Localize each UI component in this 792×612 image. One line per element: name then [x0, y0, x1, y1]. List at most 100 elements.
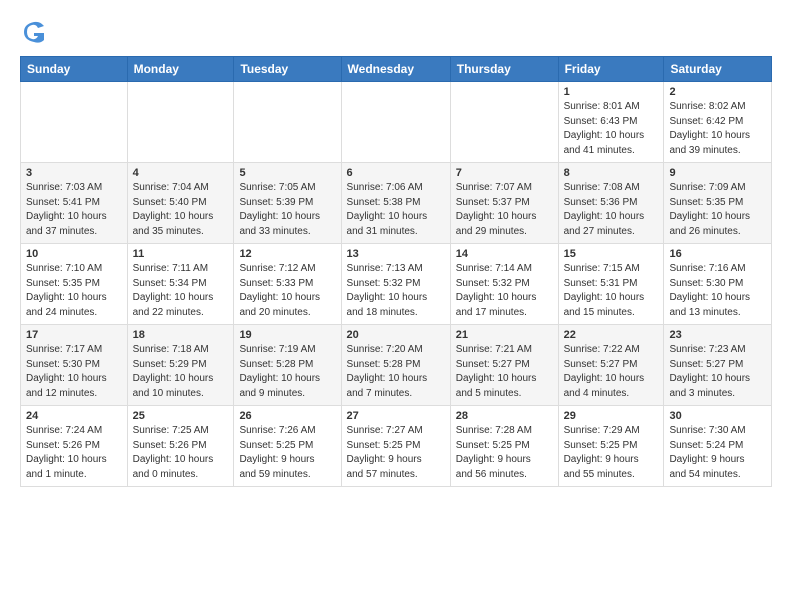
- day-number: 22: [564, 329, 659, 341]
- weekday-header-row: SundayMondayTuesdayWednesdayThursdayFrid…: [21, 57, 772, 82]
- day-info: Sunrise: 7:08 AM Sunset: 5:36 PM Dayligh…: [564, 181, 659, 239]
- week-row-4: 17 Sunrise: 7:17 AM Sunset: 5:30 PM Dayli…: [21, 325, 772, 406]
- day-info: Sunrise: 7:29 AM Sunset: 5:25 PM Dayligh…: [564, 424, 659, 482]
- day-number: 13: [347, 248, 445, 260]
- header: [20, 18, 772, 46]
- day-cell: 19 Sunrise: 7:19 AM Sunset: 5:28 PM Dayli…: [234, 325, 341, 406]
- day-cell: 11 Sunrise: 7:11 AM Sunset: 5:34 PM Dayli…: [127, 244, 234, 325]
- day-info: Sunrise: 8:02 AM Sunset: 6:42 PM Dayligh…: [669, 100, 766, 158]
- day-info: Sunrise: 7:05 AM Sunset: 5:39 PM Dayligh…: [239, 181, 335, 239]
- weekday-header-tuesday: Tuesday: [234, 57, 341, 82]
- day-number: 30: [669, 410, 766, 422]
- day-number: 11: [133, 248, 229, 260]
- weekday-header-saturday: Saturday: [664, 57, 772, 82]
- day-cell: 23 Sunrise: 7:23 AM Sunset: 5:27 PM Dayli…: [664, 325, 772, 406]
- day-cell: 21 Sunrise: 7:21 AM Sunset: 5:27 PM Dayli…: [450, 325, 558, 406]
- day-cell: [341, 82, 450, 163]
- day-info: Sunrise: 7:26 AM Sunset: 5:25 PM Dayligh…: [239, 424, 335, 482]
- day-cell: 12 Sunrise: 7:12 AM Sunset: 5:33 PM Dayli…: [234, 244, 341, 325]
- day-cell: [234, 82, 341, 163]
- day-info: Sunrise: 7:09 AM Sunset: 5:35 PM Dayligh…: [669, 181, 766, 239]
- day-number: 12: [239, 248, 335, 260]
- day-number: 27: [347, 410, 445, 422]
- day-cell: [127, 82, 234, 163]
- day-cell: 30 Sunrise: 7:30 AM Sunset: 5:24 PM Dayli…: [664, 406, 772, 487]
- day-number: 4: [133, 167, 229, 179]
- day-cell: 7 Sunrise: 7:07 AM Sunset: 5:37 PM Daylig…: [450, 163, 558, 244]
- weekday-header-friday: Friday: [558, 57, 664, 82]
- day-info: Sunrise: 7:04 AM Sunset: 5:40 PM Dayligh…: [133, 181, 229, 239]
- day-info: Sunrise: 7:14 AM Sunset: 5:32 PM Dayligh…: [456, 262, 553, 320]
- day-cell: 20 Sunrise: 7:20 AM Sunset: 5:28 PM Dayli…: [341, 325, 450, 406]
- day-cell: 18Sunrise: 7:18 AM Sunset: 5:29 PM Dayli…: [127, 325, 234, 406]
- day-number: 14: [456, 248, 553, 260]
- page: SundayMondayTuesdayWednesdayThursdayFrid…: [0, 0, 792, 499]
- week-row-1: 1 Sunrise: 8:01 AM Sunset: 6:43 PM Daylig…: [21, 82, 772, 163]
- day-number: 17: [26, 329, 122, 341]
- weekday-header-sunday: Sunday: [21, 57, 128, 82]
- day-cell: 14 Sunrise: 7:14 AM Sunset: 5:32 PM Dayli…: [450, 244, 558, 325]
- day-number: 28: [456, 410, 553, 422]
- day-info: Sunrise: 7:23 AM Sunset: 5:27 PM Dayligh…: [669, 343, 766, 401]
- weekday-header-monday: Monday: [127, 57, 234, 82]
- day-number: 9: [669, 167, 766, 179]
- day-info: Sunrise: 7:11 AM Sunset: 5:34 PM Dayligh…: [133, 262, 229, 320]
- day-info: Sunrise: 7:03 AM Sunset: 5:41 PM Dayligh…: [26, 181, 122, 239]
- day-info: Sunrise: 7:24 AM Sunset: 5:26 PM Dayligh…: [26, 424, 122, 482]
- day-number: 6: [347, 167, 445, 179]
- day-cell: 22 Sunrise: 7:22 AM Sunset: 5:27 PM Dayli…: [558, 325, 664, 406]
- day-cell: 9 Sunrise: 7:09 AM Sunset: 5:35 PM Daylig…: [664, 163, 772, 244]
- day-info: Sunrise: 7:20 AM Sunset: 5:28 PM Dayligh…: [347, 343, 445, 401]
- day-number: 7: [456, 167, 553, 179]
- day-info: Sunrise: 7:21 AM Sunset: 5:27 PM Dayligh…: [456, 343, 553, 401]
- day-info: Sunrise: 7:19 AM Sunset: 5:28 PM Dayligh…: [239, 343, 335, 401]
- week-row-5: 24 Sunrise: 7:24 AM Sunset: 5:26 PM Dayli…: [21, 406, 772, 487]
- day-info: Sunrise: 7:10 AM Sunset: 5:35 PM Dayligh…: [26, 262, 122, 320]
- day-info: Sunrise: 8:01 AM Sunset: 6:43 PM Dayligh…: [564, 100, 659, 158]
- weekday-header-wednesday: Wednesday: [341, 57, 450, 82]
- week-row-2: 3 Sunrise: 7:03 AM Sunset: 5:41 PM Daylig…: [21, 163, 772, 244]
- day-cell: 25Sunrise: 7:25 AM Sunset: 5:26 PM Dayli…: [127, 406, 234, 487]
- day-info: Sunrise: 7:28 AM Sunset: 5:25 PM Dayligh…: [456, 424, 553, 482]
- day-number: 15: [564, 248, 659, 260]
- week-row-3: 10Sunrise: 7:10 AM Sunset: 5:35 PM Dayli…: [21, 244, 772, 325]
- day-cell: [450, 82, 558, 163]
- day-cell: 1 Sunrise: 8:01 AM Sunset: 6:43 PM Daylig…: [558, 82, 664, 163]
- day-cell: 27 Sunrise: 7:27 AM Sunset: 5:25 PM Dayli…: [341, 406, 450, 487]
- day-cell: 3 Sunrise: 7:03 AM Sunset: 5:41 PM Daylig…: [21, 163, 128, 244]
- logo-icon: [20, 18, 48, 46]
- day-info: Sunrise: 7:17 AM Sunset: 5:30 PM Dayligh…: [26, 343, 122, 401]
- day-cell: 17 Sunrise: 7:17 AM Sunset: 5:30 PM Dayli…: [21, 325, 128, 406]
- day-info: Sunrise: 7:07 AM Sunset: 5:37 PM Dayligh…: [456, 181, 553, 239]
- logo: [20, 18, 52, 46]
- day-cell: 13 Sunrise: 7:13 AM Sunset: 5:32 PM Dayli…: [341, 244, 450, 325]
- day-cell: 29Sunrise: 7:29 AM Sunset: 5:25 PM Dayli…: [558, 406, 664, 487]
- day-info: Sunrise: 7:13 AM Sunset: 5:32 PM Dayligh…: [347, 262, 445, 320]
- day-cell: 24 Sunrise: 7:24 AM Sunset: 5:26 PM Dayli…: [21, 406, 128, 487]
- day-cell: 16Sunrise: 7:16 AM Sunset: 5:30 PM Dayli…: [664, 244, 772, 325]
- day-number: 24: [26, 410, 122, 422]
- day-info: Sunrise: 7:16 AM Sunset: 5:30 PM Dayligh…: [669, 262, 766, 320]
- day-number: 19: [239, 329, 335, 341]
- day-cell: 4 Sunrise: 7:04 AM Sunset: 5:40 PM Daylig…: [127, 163, 234, 244]
- day-cell: 28 Sunrise: 7:28 AM Sunset: 5:25 PM Dayli…: [450, 406, 558, 487]
- day-number: 20: [347, 329, 445, 341]
- day-cell: 6Sunrise: 7:06 AM Sunset: 5:38 PM Daylig…: [341, 163, 450, 244]
- day-number: 18: [133, 329, 229, 341]
- day-number: 21: [456, 329, 553, 341]
- day-number: 3: [26, 167, 122, 179]
- day-info: Sunrise: 7:27 AM Sunset: 5:25 PM Dayligh…: [347, 424, 445, 482]
- weekday-header-thursday: Thursday: [450, 57, 558, 82]
- day-info: Sunrise: 7:25 AM Sunset: 5:26 PM Dayligh…: [133, 424, 229, 482]
- day-number: 23: [669, 329, 766, 341]
- day-cell: [21, 82, 128, 163]
- day-number: 1: [564, 86, 659, 98]
- day-cell: 26 Sunrise: 7:26 AM Sunset: 5:25 PM Dayli…: [234, 406, 341, 487]
- day-info: Sunrise: 7:22 AM Sunset: 5:27 PM Dayligh…: [564, 343, 659, 401]
- day-info: Sunrise: 7:12 AM Sunset: 5:33 PM Dayligh…: [239, 262, 335, 320]
- day-info: Sunrise: 7:30 AM Sunset: 5:24 PM Dayligh…: [669, 424, 766, 482]
- day-cell: 8Sunrise: 7:08 AM Sunset: 5:36 PM Daylig…: [558, 163, 664, 244]
- day-number: 2: [669, 86, 766, 98]
- day-number: 5: [239, 167, 335, 179]
- day-number: 26: [239, 410, 335, 422]
